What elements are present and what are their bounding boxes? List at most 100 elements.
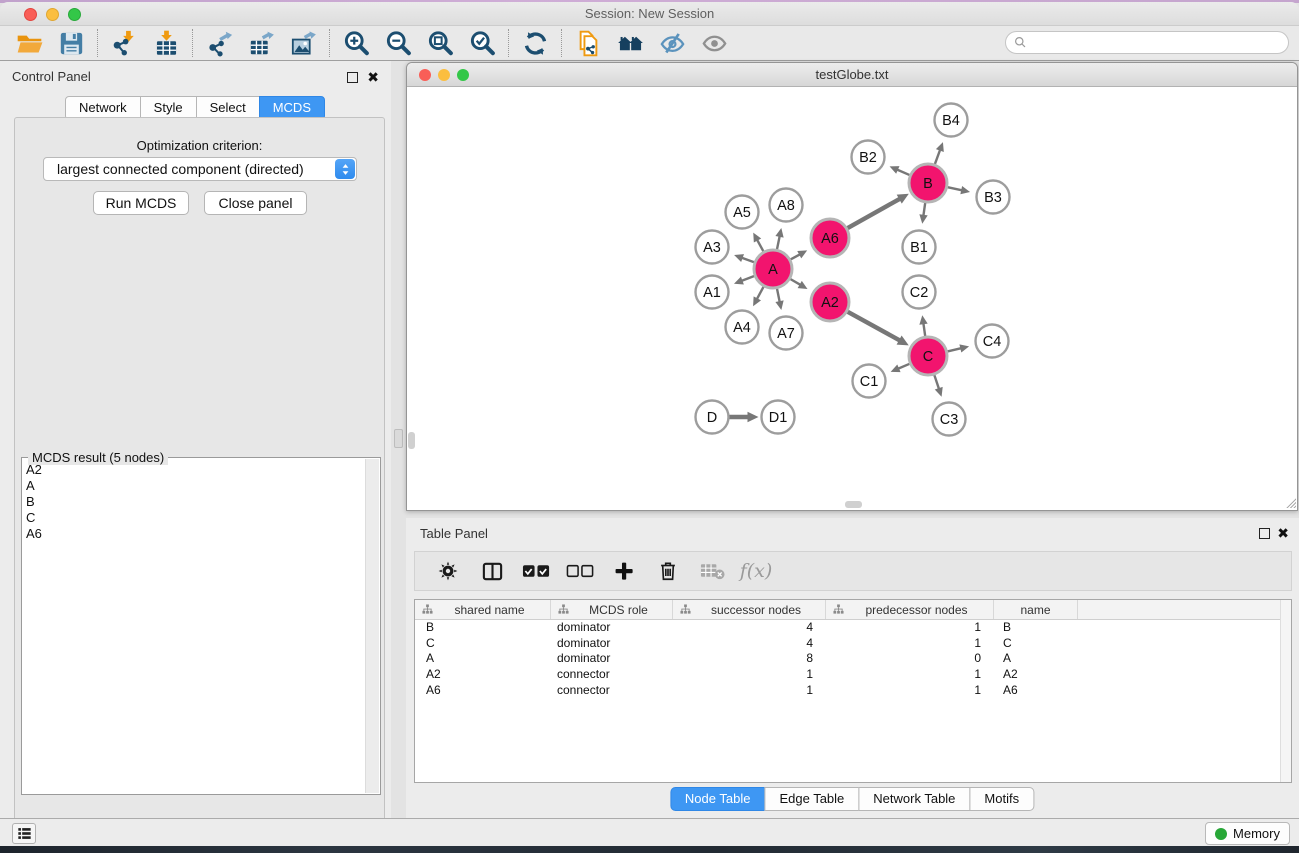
graph-edge[interactable]: [896, 169, 910, 175]
graph-edge[interactable]: [948, 187, 964, 190]
cell[interactable]: dominator: [551, 651, 673, 667]
function-builder-button[interactable]: f(x): [739, 555, 773, 587]
network-window-titlebar[interactable]: testGlobe.txt: [407, 63, 1297, 87]
float-panel-icon[interactable]: [347, 72, 358, 83]
cell[interactable]: 0: [826, 651, 994, 667]
cell[interactable]: 1: [826, 683, 994, 699]
column-header-successor-nodes[interactable]: successor nodes: [673, 600, 826, 619]
cell[interactable]: 1: [673, 683, 826, 699]
close-window-button[interactable]: [24, 8, 37, 21]
scrollbar-track[interactable]: [1280, 600, 1291, 782]
float-panel-icon[interactable]: [1259, 528, 1270, 539]
cell[interactable]: C: [994, 636, 1078, 652]
export-network-button[interactable]: [198, 27, 240, 59]
graph-edge[interactable]: [935, 149, 941, 165]
cell[interactable]: A2: [415, 667, 551, 683]
select-all-columns-button[interactable]: [519, 555, 553, 587]
tab-motifs[interactable]: Motifs: [969, 787, 1034, 811]
import-table-button[interactable]: [145, 27, 187, 59]
table-row[interactable]: A2 connector 1 1 A2: [415, 667, 1291, 683]
cell[interactable]: 1: [826, 636, 994, 652]
show-graphics-button[interactable]: [693, 27, 735, 59]
cell[interactable]: 1: [826, 667, 994, 683]
cell[interactable]: A6: [994, 683, 1078, 699]
new-network-from-selection-button[interactable]: [567, 27, 609, 59]
optimization-select[interactable]: largest connected component (directed): [43, 157, 357, 181]
cell[interactable]: A: [994, 651, 1078, 667]
list-item[interactable]: A: [26, 478, 363, 494]
scrollbar-track[interactable]: [365, 459, 379, 793]
cell[interactable]: 4: [673, 620, 826, 636]
zoom-window-button[interactable]: [457, 69, 469, 81]
close-panel-icon[interactable]: ✖: [367, 71, 379, 83]
table-row[interactable]: A dominator 8 0 A: [415, 651, 1291, 667]
cell[interactable]: C: [415, 636, 551, 652]
scrollbar-thumb-horizontal[interactable]: [845, 501, 862, 508]
close-panel-button[interactable]: Close panel: [204, 191, 307, 215]
cell[interactable]: A6: [415, 683, 551, 699]
graph-edge[interactable]: [777, 289, 780, 304]
export-table-button[interactable]: [240, 27, 282, 59]
cell[interactable]: 4: [673, 636, 826, 652]
graph-edge[interactable]: [897, 364, 910, 369]
graph-edge[interactable]: [777, 235, 780, 250]
graph-edge[interactable]: [934, 375, 939, 390]
hide-graphics-button[interactable]: [651, 27, 693, 59]
graph-edge[interactable]: [847, 198, 901, 228]
unselect-all-columns-button[interactable]: [563, 555, 597, 587]
tab-node-table[interactable]: Node Table: [670, 787, 766, 811]
zoom-window-button[interactable]: [68, 8, 81, 21]
graph-edge[interactable]: [923, 322, 925, 336]
graph-edge[interactable]: [923, 203, 925, 217]
splitter-grip[interactable]: [394, 429, 403, 448]
cell[interactable]: 8: [673, 651, 826, 667]
close-panel-icon[interactable]: ✖: [1277, 527, 1289, 539]
cell[interactable]: A: [415, 651, 551, 667]
resize-grip-icon[interactable]: [1283, 495, 1296, 508]
column-header-shared-name[interactable]: shared name: [415, 600, 551, 619]
tab-network-table[interactable]: Network Table: [858, 787, 970, 811]
cell[interactable]: A2: [994, 667, 1078, 683]
table-settings-button[interactable]: [431, 555, 465, 587]
import-network-button[interactable]: [103, 27, 145, 59]
cell[interactable]: 1: [826, 620, 994, 636]
zoom-fit-button[interactable]: [419, 27, 461, 59]
list-item[interactable]: A6: [26, 526, 363, 542]
table-row[interactable]: B dominator 4 1 B: [415, 620, 1291, 636]
scrollbar-thumb-vertical[interactable]: [408, 432, 415, 449]
cell[interactable]: connector: [551, 667, 673, 683]
graph-edge[interactable]: [848, 312, 901, 341]
cell[interactable]: B: [415, 620, 551, 636]
list-item[interactable]: C: [26, 510, 363, 526]
column-header-predecessor-nodes[interactable]: predecessor nodes: [826, 600, 994, 619]
network-canvas[interactable]: AA1A3A5A8A4A7A6A2BB1B2B3B4CC1C2C3C4DD1: [407, 87, 1297, 509]
tab-edge-table[interactable]: Edge Table: [764, 787, 859, 811]
cell[interactable]: dominator: [551, 636, 673, 652]
houses-button[interactable]: [609, 27, 651, 59]
save-session-button[interactable]: [50, 27, 92, 59]
graph-edge[interactable]: [756, 287, 763, 300]
table-row[interactable]: A6 connector 1 1 A6: [415, 683, 1291, 699]
zoom-selected-button[interactable]: [461, 27, 503, 59]
toggle-panel-layout-button[interactable]: [475, 555, 509, 587]
table-row[interactable]: C dominator 4 1 C: [415, 636, 1291, 652]
cell[interactable]: dominator: [551, 620, 673, 636]
list-item[interactable]: B: [26, 494, 363, 510]
memory-button[interactable]: Memory: [1205, 822, 1290, 845]
cell[interactable]: connector: [551, 683, 673, 699]
column-header-name[interactable]: name: [994, 600, 1078, 619]
graph-edge[interactable]: [741, 276, 755, 281]
create-column-button[interactable]: [607, 555, 641, 587]
delete-column-button[interactable]: [651, 555, 685, 587]
search-field[interactable]: [1005, 31, 1289, 54]
cell[interactable]: B: [994, 620, 1078, 636]
zoom-in-button[interactable]: [335, 27, 377, 59]
export-image-button[interactable]: [282, 27, 324, 59]
minimize-window-button[interactable]: [46, 8, 59, 21]
minimize-window-button[interactable]: [438, 69, 450, 81]
cell[interactable]: 1: [673, 667, 826, 683]
graph-edge[interactable]: [741, 257, 754, 262]
delete-table-button[interactable]: [695, 555, 729, 587]
search-input[interactable]: [1032, 35, 1280, 50]
graph-edge[interactable]: [757, 239, 764, 252]
